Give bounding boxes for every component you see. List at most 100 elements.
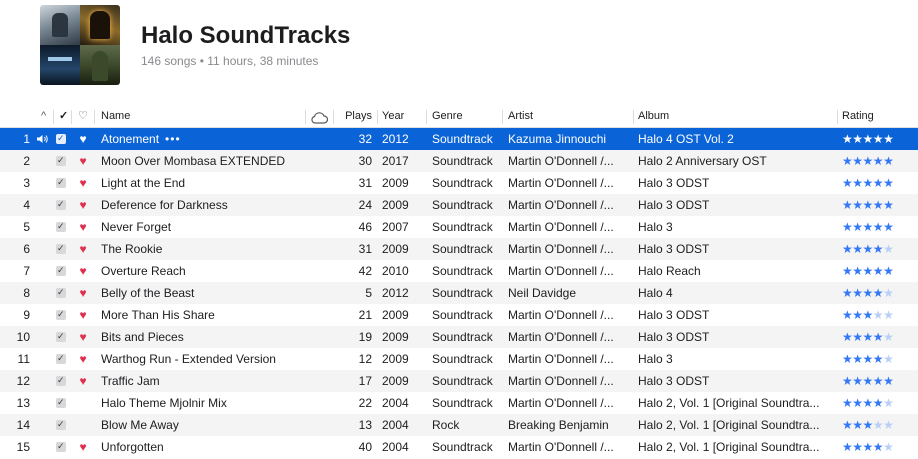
track-checkbox[interactable]: [56, 260, 68, 282]
loved-heart-icon[interactable]: ♥: [76, 150, 90, 172]
track-checkbox[interactable]: [56, 150, 68, 172]
more-options-icon[interactable]: •••: [165, 132, 181, 146]
track-row[interactable]: 7 ♥ Overture Reach 42 2010 Soundtrack Martin O…: [0, 260, 918, 282]
track-album[interactable]: Halo 4 OST Vol. 2: [638, 128, 834, 150]
loved-heart-icon[interactable]: ♥: [76, 172, 90, 194]
star-filled-icon[interactable]: ★: [842, 418, 853, 432]
track-row[interactable]: 1 ♥ Atonement ••• 32 2012 Soundtrack Kazuma Jin…: [0, 128, 918, 150]
star-filled-icon[interactable]: ★: [863, 198, 874, 212]
track-row[interactable]: 9 ♥ More Than His Share 21 2009 Soundtrack Mar…: [0, 304, 918, 326]
track-name[interactable]: Belly of the Beast: [101, 282, 301, 304]
star-filled-icon[interactable]: ★: [873, 176, 884, 190]
track-name[interactable]: Halo Theme Mjolnir Mix: [101, 392, 301, 414]
track-album[interactable]: Halo 3 ODST: [638, 238, 834, 260]
star-filled-icon[interactable]: ★: [873, 352, 884, 366]
checkbox-checked-icon[interactable]: [56, 326, 66, 347]
star-filled-icon[interactable]: ★: [883, 132, 894, 146]
checkbox-checked-icon[interactable]: [56, 370, 66, 391]
star-filled-icon[interactable]: ★: [842, 198, 853, 212]
star-filled-icon[interactable]: ★: [863, 286, 874, 300]
track-artist[interactable]: Martin O'Donnell /...: [508, 194, 630, 216]
star-filled-icon[interactable]: ★: [842, 440, 853, 454]
track-artist[interactable]: Martin O'Donnell /...: [508, 238, 630, 260]
column-header-love-icon[interactable]: ♡: [78, 106, 88, 127]
loved-heart-icon[interactable]: ♥: [76, 304, 90, 326]
star-filled-icon[interactable]: ★: [842, 154, 853, 168]
star-filled-icon[interactable]: ★: [842, 286, 853, 300]
track-name[interactable]: The Rookie: [101, 238, 301, 260]
star-filled-icon[interactable]: ★: [883, 198, 894, 212]
star-rating[interactable]: ★★★★★: [842, 348, 914, 370]
star-filled-icon[interactable]: ★: [883, 176, 894, 190]
track-name[interactable]: Moon Over Mombasa EXTENDED: [101, 150, 301, 172]
track-album[interactable]: Halo 3: [638, 216, 834, 238]
track-name[interactable]: Blow Me Away: [101, 414, 301, 436]
track-artist[interactable]: Martin O'Donnell /...: [508, 436, 630, 458]
loved-heart-icon[interactable]: ♥: [76, 216, 90, 238]
star-filled-icon[interactable]: ★: [852, 330, 863, 344]
star-filled-icon[interactable]: ★: [863, 176, 874, 190]
loved-heart-icon[interactable]: ♥: [76, 326, 90, 348]
playlist-title[interactable]: Halo SoundTracks: [141, 22, 350, 50]
star-rating[interactable]: ★★★★★: [842, 370, 914, 392]
star-filled-icon[interactable]: ★: [842, 242, 853, 256]
star-rating[interactable]: ★★★★★: [842, 414, 914, 436]
star-filled-icon[interactable]: ★: [852, 352, 863, 366]
checkbox-checked-icon[interactable]: [56, 348, 66, 369]
star-filled-icon[interactable]: ★: [873, 242, 884, 256]
track-row[interactable]: 4 ♥ Deference for Darkness 24 2009 Soundtrack…: [0, 194, 918, 216]
track-artist[interactable]: Martin O'Donnell /...: [508, 326, 630, 348]
star-filled-icon[interactable]: ★: [873, 374, 884, 388]
star-filled-icon[interactable]: ★: [883, 374, 894, 388]
star-empty-icon[interactable]: ★: [883, 308, 894, 322]
track-checkbox[interactable]: [56, 326, 68, 348]
star-filled-icon[interactable]: ★: [852, 418, 863, 432]
column-header-year[interactable]: Year: [382, 106, 404, 127]
star-rating[interactable]: ★★★★★: [842, 216, 914, 238]
star-filled-icon[interactable]: ★: [863, 154, 874, 168]
checkbox-checked-icon[interactable]: [56, 260, 66, 281]
track-album[interactable]: Halo 2 Anniversary OST: [638, 150, 834, 172]
track-name[interactable]: Overture Reach: [101, 260, 301, 282]
track-album[interactable]: Halo 2, Vol. 1 [Original Soundtra...: [638, 414, 834, 436]
track-album[interactable]: Halo 3: [638, 348, 834, 370]
star-rating[interactable]: ★★★★★: [842, 194, 914, 216]
track-name[interactable]: More Than His Share: [101, 304, 301, 326]
track-name[interactable]: Warthog Run - Extended Version: [101, 348, 301, 370]
star-rating[interactable]: ★★★★★: [842, 238, 914, 260]
column-header-album[interactable]: Album: [638, 106, 669, 127]
loved-heart-icon[interactable]: ♥: [76, 436, 90, 458]
column-header-plays[interactable]: Plays: [334, 106, 372, 127]
track-checkbox[interactable]: [56, 282, 68, 304]
checkbox-checked-icon[interactable]: [56, 172, 66, 193]
track-album[interactable]: Halo 4: [638, 282, 834, 304]
track-album[interactable]: Halo 3 ODST: [638, 326, 834, 348]
star-rating[interactable]: ★★★★★: [842, 260, 914, 282]
star-filled-icon[interactable]: ★: [873, 154, 884, 168]
star-empty-icon[interactable]: ★: [883, 396, 894, 410]
track-row[interactable]: 5 ♥ Never Forget 46 2007 Soundtrack Martin O'D…: [0, 216, 918, 238]
star-filled-icon[interactable]: ★: [852, 154, 863, 168]
star-filled-icon[interactable]: ★: [852, 264, 863, 278]
star-filled-icon[interactable]: ★: [863, 264, 874, 278]
star-empty-icon[interactable]: ★: [883, 242, 894, 256]
track-artist[interactable]: Kazuma Jinnouchi: [508, 128, 630, 150]
playlist-artwork[interactable]: [40, 5, 120, 85]
track-artist[interactable]: Martin O'Donnell /...: [508, 172, 630, 194]
sort-ascending-icon[interactable]: ^: [41, 106, 46, 127]
star-rating[interactable]: ★★★★★: [842, 392, 914, 414]
track-album[interactable]: Halo 3 ODST: [638, 304, 834, 326]
track-checkbox[interactable]: [56, 172, 68, 194]
checkbox-checked-icon[interactable]: [56, 414, 66, 435]
star-filled-icon[interactable]: ★: [873, 198, 884, 212]
loved-heart-icon[interactable]: ♥: [76, 282, 90, 304]
star-filled-icon[interactable]: ★: [863, 374, 874, 388]
track-row[interactable]: 11 ♥ Warthog Run - Extended Version 12 2009 S…: [0, 348, 918, 370]
star-filled-icon[interactable]: ★: [873, 264, 884, 278]
star-filled-icon[interactable]: ★: [863, 220, 874, 234]
star-filled-icon[interactable]: ★: [863, 242, 874, 256]
star-filled-icon[interactable]: ★: [852, 132, 863, 146]
checkbox-checked-icon[interactable]: [56, 128, 66, 149]
star-filled-icon[interactable]: ★: [873, 286, 884, 300]
star-filled-icon[interactable]: ★: [842, 352, 853, 366]
